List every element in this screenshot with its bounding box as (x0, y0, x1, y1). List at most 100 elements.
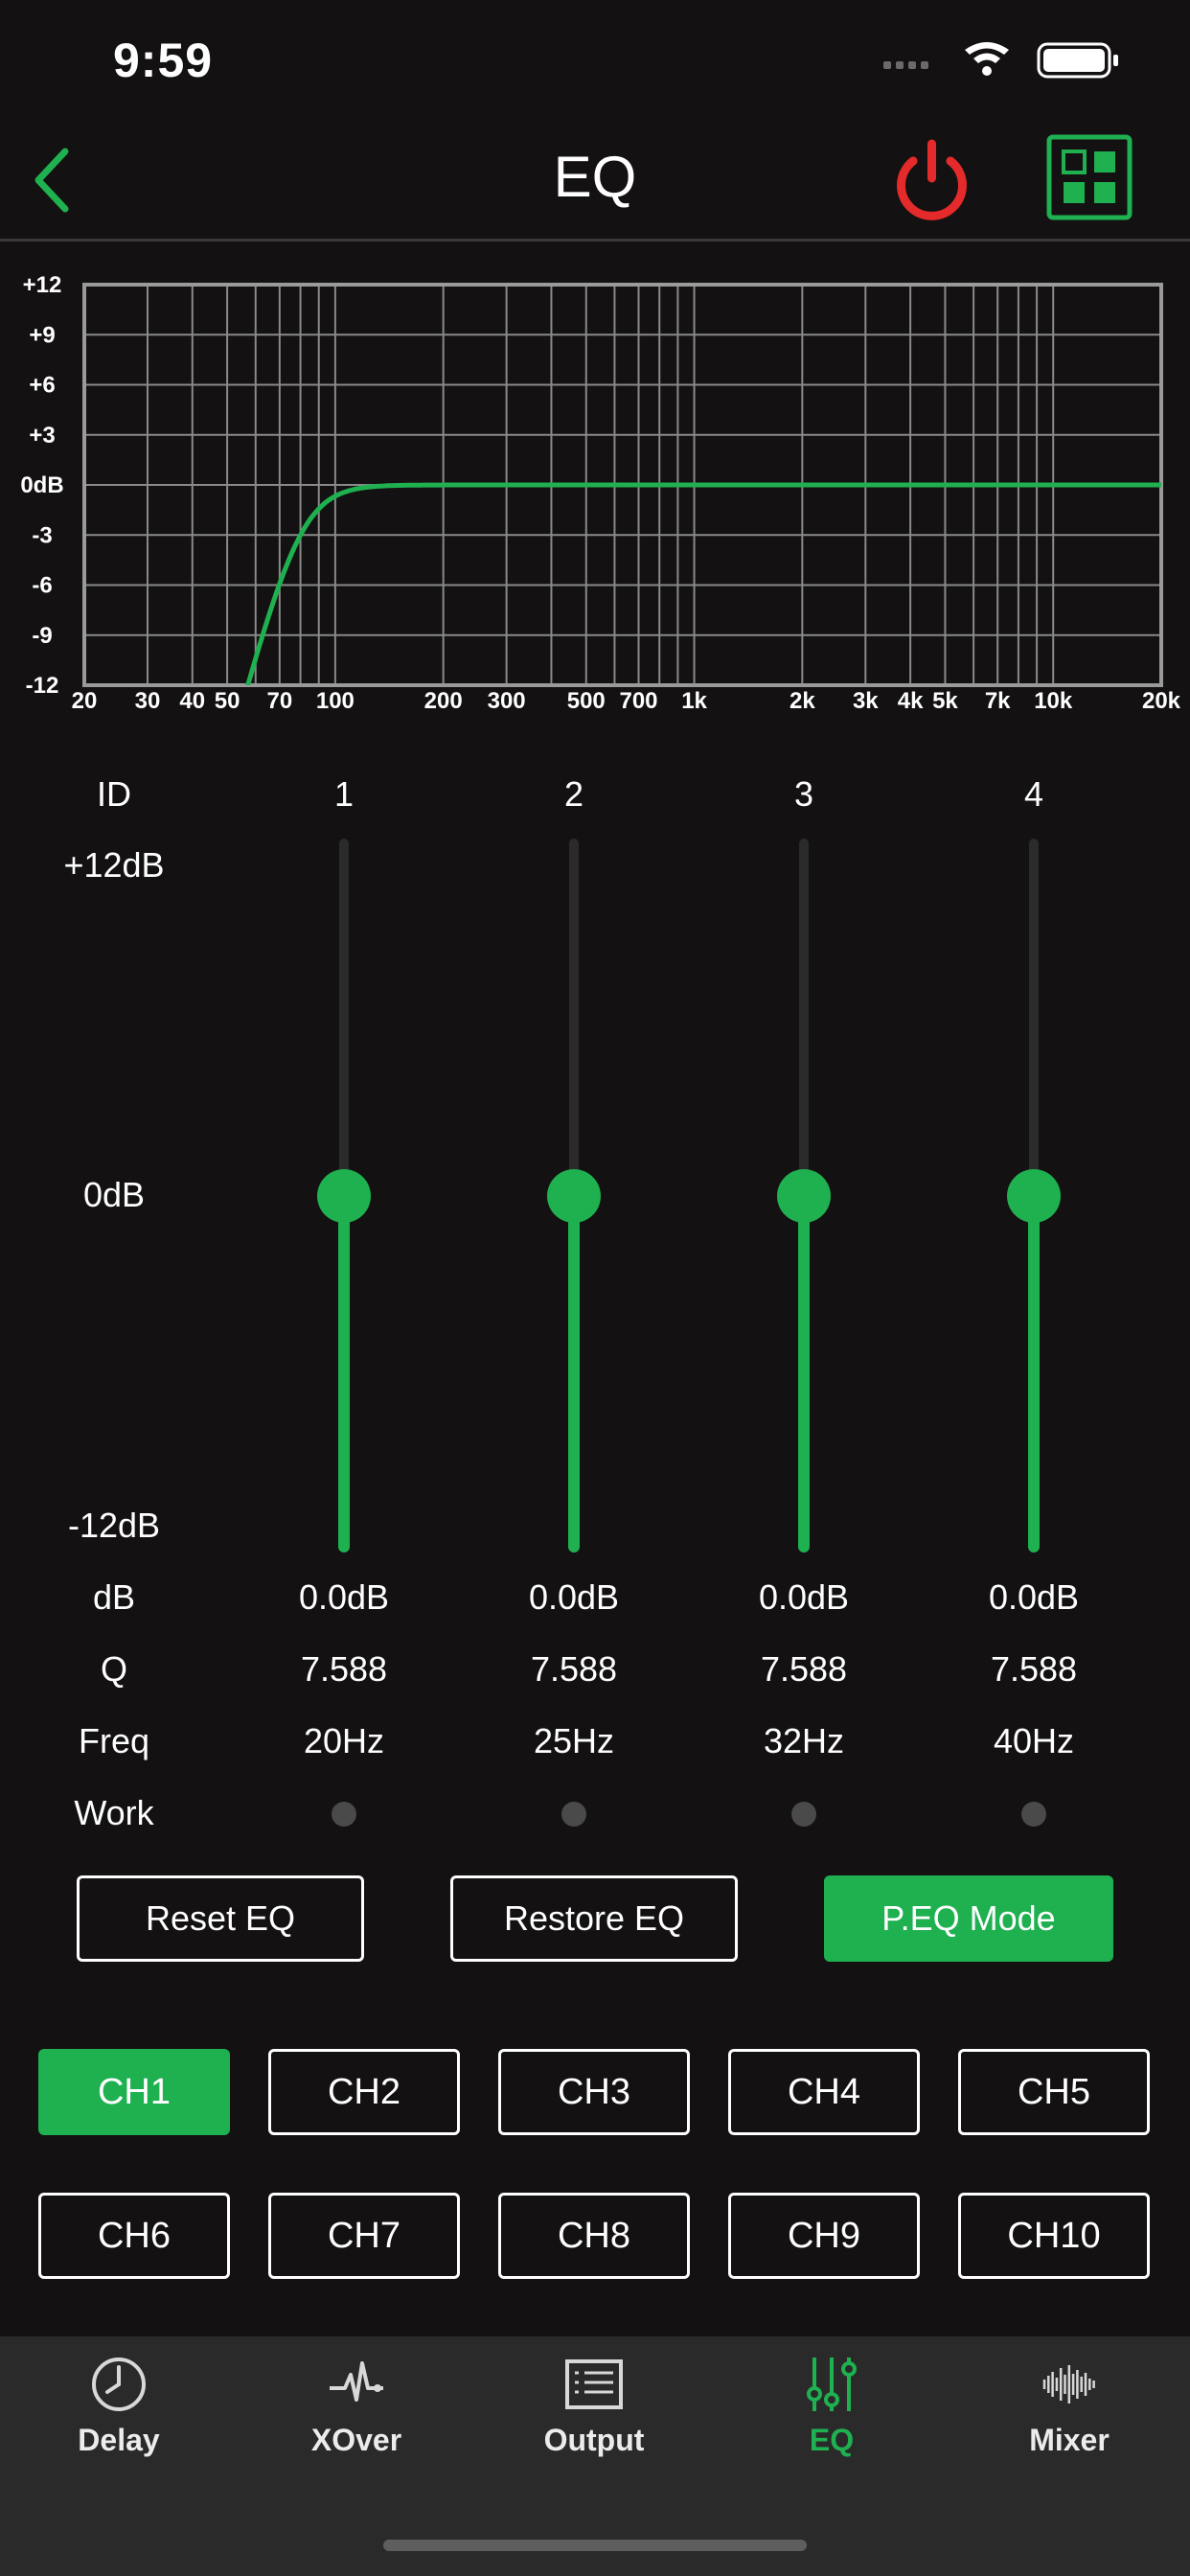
channel-button-ch2[interactable]: CH2 (268, 2049, 460, 2135)
tab-output[interactable]: Output (508, 2356, 680, 2490)
channel-button-ch5[interactable]: CH5 (958, 2049, 1150, 2135)
tab-eq[interactable]: EQ (745, 2356, 918, 2490)
eq-slider-fill (568, 1195, 580, 1552)
work-row-label: Work (74, 1793, 154, 1832)
preset-grid-button[interactable] (1046, 134, 1133, 220)
band-freq-value: 32Hz (763, 1721, 845, 1760)
y-tick-label: +6 (29, 373, 55, 399)
tab-label: Delay (78, 2423, 160, 2457)
eq-slider-knob[interactable] (547, 1168, 601, 1223)
home-indicator (383, 2540, 807, 2551)
eq-slider-knob[interactable] (317, 1168, 371, 1223)
x-tick-label: 20 (72, 688, 98, 714)
power-icon (897, 139, 967, 220)
band-q-value: 7.588 (300, 1649, 388, 1689)
clock-icon (92, 2358, 146, 2411)
scale-top-label: +12dB (63, 845, 165, 885)
x-tick-label: 500 (567, 688, 606, 714)
restore-eq-button[interactable]: Restore EQ (450, 1875, 738, 1962)
channel-button-ch3[interactable]: CH3 (498, 2049, 690, 2135)
channel-button-ch9[interactable]: CH9 (728, 2193, 920, 2279)
work-indicator[interactable] (1021, 1802, 1046, 1827)
y-tick-label: +12 (23, 272, 62, 298)
y-tick-label: -12 (26, 673, 59, 699)
band-q-value: 7.588 (530, 1649, 618, 1689)
freq-row-label: Freq (78, 1721, 150, 1760)
y-tick-label: -9 (32, 623, 52, 649)
band-gain-value: 0.0dB (758, 1577, 850, 1617)
band-gain-value: 0.0dB (528, 1577, 620, 1617)
work-indicator[interactable] (332, 1802, 356, 1827)
nav-divider (0, 239, 1190, 242)
eq-slider-fill (338, 1195, 350, 1552)
tab-label: Output (543, 2423, 645, 2457)
channel-button-ch7[interactable]: CH7 (268, 2193, 460, 2279)
band-freq-value: 20Hz (303, 1721, 385, 1760)
battery-icon (1037, 42, 1118, 79)
band-gain-value: 0.0dB (298, 1577, 390, 1617)
x-tick-label: 30 (135, 688, 161, 714)
id-row-label: ID (97, 774, 131, 814)
band-freq-value: 40Hz (993, 1721, 1075, 1760)
status-time: 9:59 (113, 34, 214, 87)
eq-slider-knob[interactable] (1007, 1168, 1061, 1223)
band-id: 2 (563, 774, 584, 814)
x-tick-label: 3k (853, 688, 879, 714)
list-icon (565, 2359, 623, 2409)
x-tick-label: 1k (681, 688, 707, 714)
y-tick-label: -6 (32, 573, 52, 599)
reset-eq-button[interactable]: Reset EQ (77, 1875, 364, 1962)
scale-mid-label: 0dB (82, 1175, 146, 1214)
tab-delay[interactable]: Delay (33, 2356, 205, 2490)
band-id: 4 (1023, 774, 1044, 814)
band-q-value: 7.588 (990, 1649, 1078, 1689)
grid-icon (1046, 134, 1133, 220)
y-tick-label: -3 (32, 522, 52, 548)
tab-label: Mixer (1029, 2423, 1110, 2457)
channel-button-ch10[interactable]: CH10 (958, 2193, 1150, 2279)
x-tick-label: 7k (985, 688, 1011, 714)
y-tick-label: +3 (29, 423, 55, 448)
x-tick-label: 5k (932, 688, 958, 714)
x-tick-label: 100 (316, 688, 355, 714)
channel-button-ch8[interactable]: CH8 (498, 2193, 690, 2279)
work-indicator[interactable] (791, 1802, 816, 1827)
x-tick-label: 300 (488, 688, 526, 714)
x-tick-label: 700 (619, 688, 657, 714)
signal-icon (883, 61, 928, 69)
tab-label: EQ (809, 2423, 855, 2457)
x-tick-label: 20k (1142, 688, 1181, 714)
waveform-icon (330, 2361, 383, 2402)
eq-response-graph[interactable]: +12 +9 +6 +3 0dB -3 -6 -9 -12 20 30 40 50 70 100 200 300… (0, 254, 1190, 714)
work-indicator[interactable] (561, 1802, 586, 1827)
y-tick-label: 0dB (20, 472, 63, 498)
scale-bottom-label: -12dB (67, 1506, 161, 1545)
power-button[interactable] (886, 134, 977, 225)
q-row-label: Q (100, 1649, 127, 1689)
bars-icon (1042, 2365, 1095, 2404)
x-tick-label: 70 (266, 688, 292, 714)
wifi-icon (965, 42, 1009, 76)
band-id: 3 (793, 774, 814, 814)
tab-label: XOver (310, 2423, 402, 2457)
db-row-label: dB (92, 1577, 136, 1617)
band-gain-value: 0.0dB (988, 1577, 1080, 1617)
x-tick-label: 50 (215, 688, 240, 714)
y-tick-label: +9 (29, 322, 55, 348)
band-id: 1 (333, 774, 355, 814)
band-q-value: 7.588 (760, 1649, 848, 1689)
x-tick-label: 4k (898, 688, 924, 714)
channel-button-ch6[interactable]: CH6 (38, 2193, 230, 2279)
eq-response-curve (245, 482, 1161, 685)
x-tick-label: 200 (424, 688, 463, 714)
channel-button-ch1[interactable]: CH1 (38, 2049, 230, 2135)
eq-slider-knob[interactable] (777, 1168, 831, 1223)
x-tick-label: 40 (179, 688, 205, 714)
tab-mixer[interactable]: Mixer (983, 2356, 1156, 2490)
peq-mode-button[interactable]: P.EQ Mode (824, 1875, 1113, 1962)
channel-button-ch4[interactable]: CH4 (728, 2049, 920, 2135)
eq-slider-fill (1028, 1195, 1040, 1552)
page-title: EQ (553, 145, 637, 209)
tab-xover[interactable]: XOver (270, 2356, 443, 2490)
x-tick-label: 10k (1034, 688, 1073, 714)
